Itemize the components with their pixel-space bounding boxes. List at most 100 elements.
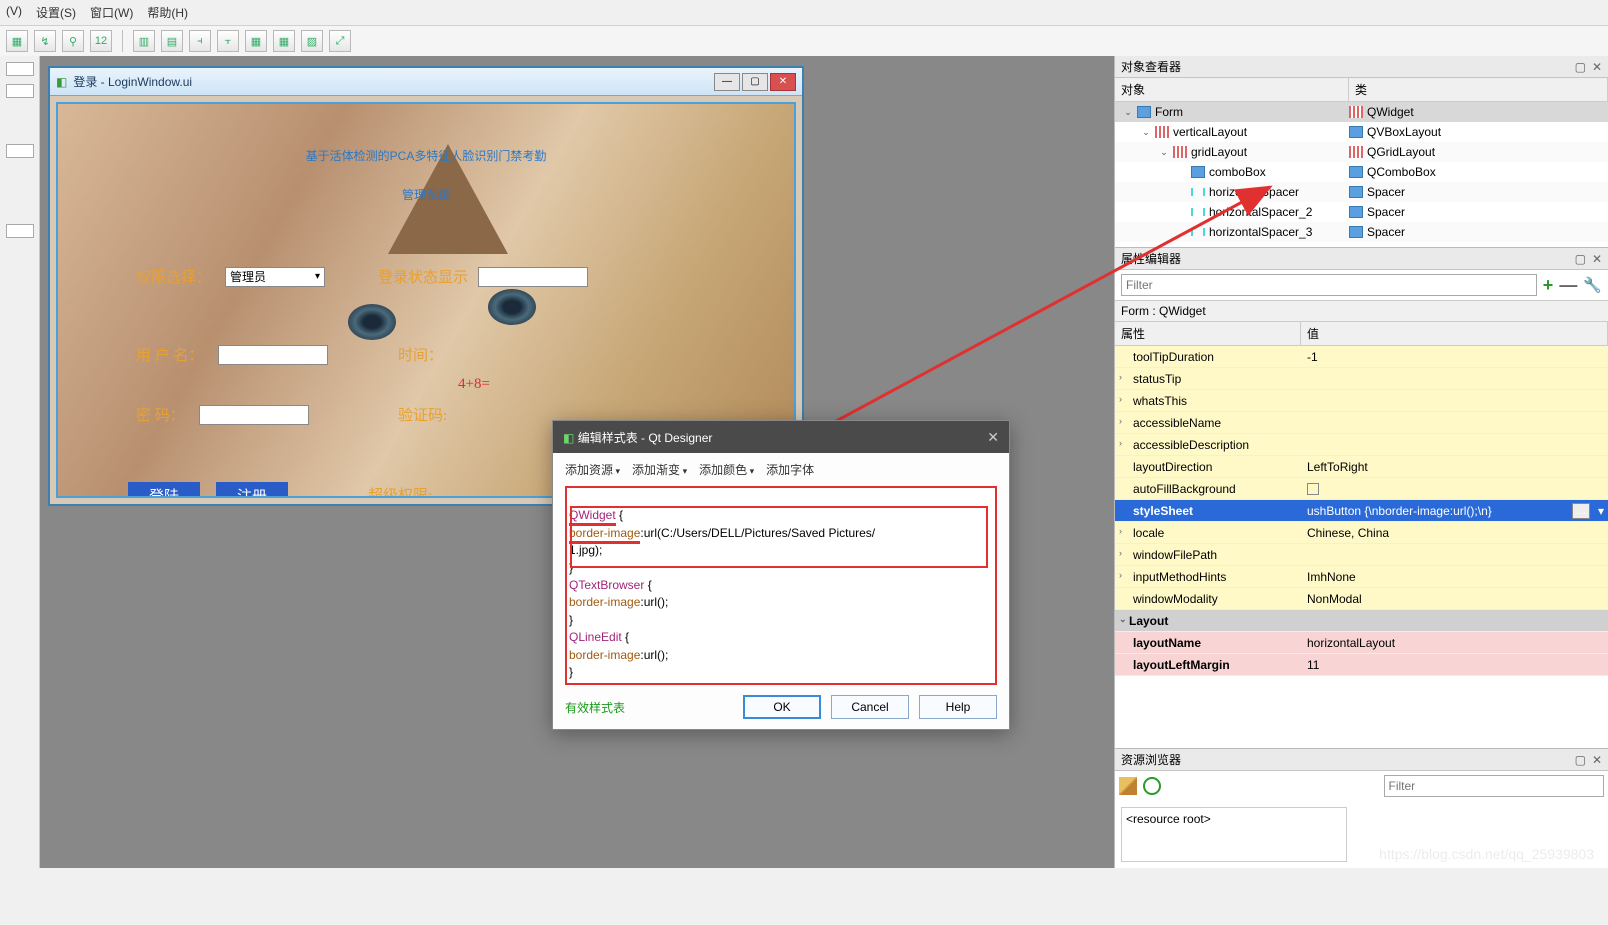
property-row[interactable]: layoutLeftMargin11 [1115, 654, 1608, 676]
reload-resource-icon[interactable] [1143, 777, 1161, 795]
add-font-menu[interactable]: 添加字体 [766, 461, 814, 478]
close-panel-icon[interactable]: ✕ [1592, 753, 1602, 767]
property-row[interactable]: ›accessibleDescription [1115, 434, 1608, 456]
layout-vsplit-icon[interactable]: ⫟ [217, 30, 239, 52]
property-row[interactable]: styleSheetushButton {\nborder-image:url(… [1115, 500, 1608, 522]
login-button[interactable]: 登陆 [128, 482, 200, 498]
property-row[interactable]: ›localeChinese, China [1115, 522, 1608, 544]
config-icon[interactable]: 🔧 [1583, 276, 1602, 294]
undock-icon[interactable]: ▢ [1575, 252, 1586, 266]
valid-stylesheet-label: 有效样式表 [565, 699, 625, 716]
minimize-button[interactable]: — [714, 73, 740, 91]
property-crumb: Form : QWidget [1115, 301, 1608, 322]
title-label: 基于活体检测的PCA多特征人脸识别门禁考勤 管理系统 [58, 132, 794, 210]
object-tree-row[interactable]: comboBoxQComboBox [1115, 162, 1608, 182]
maximize-button[interactable]: ▢ [742, 73, 768, 91]
close-panel-icon[interactable]: ✕ [1592, 60, 1602, 74]
add-resource-menu[interactable]: 添加资源 [565, 461, 620, 478]
login-state-field[interactable] [478, 267, 588, 287]
object-tree-row[interactable]: horizontalSpacer_2Spacer [1115, 202, 1608, 222]
layout-h-icon[interactable]: ▥ [133, 30, 155, 52]
menu-window[interactable]: 窗口(W) [90, 4, 133, 21]
property-row[interactable]: ›accessibleName [1115, 412, 1608, 434]
username-field[interactable] [218, 345, 328, 365]
cancel-button[interactable]: Cancel [831, 695, 909, 719]
watermark: https://blog.csdn.net/qq_25939803 [1379, 846, 1594, 862]
menu-help[interactable]: 帮助(H) [147, 4, 188, 21]
object-tree[interactable]: ⌄FormQWidget⌄verticalLayoutQVBoxLayout⌄g… [1115, 102, 1608, 247]
stylesheet-code-editor[interactable]: QWidget { border-image:url(C:/Users/DELL… [565, 486, 997, 685]
close-button[interactable]: ✕ [770, 73, 796, 91]
stylesheet-dialog: ◧ 编辑样式表 - Qt Designer ✕ 添加资源 添加渐变 添加颜色 添… [552, 420, 1010, 730]
toolbar-separator [122, 30, 123, 52]
resource-root[interactable]: <resource root> [1121, 807, 1347, 862]
help-button[interactable]: Help [919, 695, 997, 719]
login-state-label: 登录状态显示 [378, 266, 468, 287]
dock-mini-icon[interactable] [6, 224, 34, 238]
property-row[interactable]: ⌄Layout [1115, 610, 1608, 632]
menu-settings[interactable]: 设置(S) [36, 4, 76, 21]
menu-v[interactable]: (V) [6, 4, 22, 21]
property-row[interactable]: ›inputMethodHintsImhNone [1115, 566, 1608, 588]
layout-form-icon[interactable]: ▦ [273, 30, 295, 52]
tool-edit-widgets-icon[interactable]: ▦ [6, 30, 28, 52]
property-row[interactable]: autoFillBackground [1115, 478, 1608, 500]
resource-browser-title: 资源浏览器 [1121, 751, 1181, 768]
prop-col-value[interactable]: 值 [1301, 322, 1608, 345]
edit-resource-icon[interactable] [1119, 777, 1137, 795]
break-layout-icon[interactable]: ▨ [301, 30, 323, 52]
menubar: (V) 设置(S) 窗口(W) 帮助(H) [0, 0, 1608, 26]
layout-v-icon[interactable]: ▤ [161, 30, 183, 52]
undock-icon[interactable]: ▢ [1575, 60, 1586, 74]
captcha-equation: 4+8= [458, 376, 490, 393]
property-list[interactable]: toolTipDuration-1›statusTip›whatsThis›ac… [1115, 346, 1608, 748]
remove-property-icon[interactable]: — [1559, 275, 1577, 296]
time-label: 时间： [398, 344, 443, 365]
property-row[interactable]: layoutNamehorizontalLayout [1115, 632, 1608, 654]
tool-buddies-icon[interactable]: ⚲ [62, 30, 84, 52]
tool-signals-icon[interactable]: ↯ [34, 30, 56, 52]
object-tree-row[interactable]: ⌄verticalLayoutQVBoxLayout [1115, 122, 1608, 142]
object-tree-row[interactable]: horizontalSpacerSpacer [1115, 182, 1608, 202]
property-row[interactable]: ›whatsThis [1115, 390, 1608, 412]
object-tree-row[interactable]: ⌄gridLayoutQGridLayout [1115, 142, 1608, 162]
object-inspector-panel: 对象查看器▢✕ 对象类 ⌄FormQWidget⌄verticalLayoutQ… [1115, 56, 1608, 248]
ok-button[interactable]: OK [743, 695, 821, 719]
property-row[interactable]: toolTipDuration-1 [1115, 346, 1608, 368]
dock-mini-icon[interactable] [6, 62, 34, 76]
prop-col-name[interactable]: 属性 [1115, 322, 1301, 345]
obj-col-name[interactable]: 对象 [1115, 78, 1349, 101]
property-row[interactable]: layoutDirectionLeftToRight [1115, 456, 1608, 478]
dock-mini-icon[interactable] [6, 84, 34, 98]
property-row[interactable]: ›windowFilePath [1115, 544, 1608, 566]
undock-icon[interactable]: ▢ [1575, 753, 1586, 767]
dialog-close-icon[interactable]: ✕ [987, 429, 999, 446]
password-field[interactable] [199, 405, 309, 425]
add-color-menu[interactable]: 添加颜色 [699, 461, 754, 478]
property-filter-input[interactable] [1121, 274, 1537, 296]
close-panel-icon[interactable]: ✕ [1592, 252, 1602, 266]
toolbar: ▦ ↯ ⚲ 12 ▥ ▤ ⫞ ⫟ ▦ ▦ ▨ ⤢ [0, 26, 1608, 57]
add-property-icon[interactable]: + [1543, 275, 1554, 296]
right-panels: 对象查看器▢✕ 对象类 ⌄FormQWidget⌄verticalLayoutQ… [1114, 56, 1608, 868]
designed-window-titlebar: ◧ 登录 - LoginWindow.ui — ▢ ✕ [50, 68, 802, 96]
dock-mini-icon[interactable] [6, 144, 34, 158]
layout-hsplit-icon[interactable]: ⫞ [189, 30, 211, 52]
property-editor-title: 属性编辑器 [1121, 250, 1181, 267]
property-row[interactable]: ›statusTip [1115, 368, 1608, 390]
super-perm-label: 超级权限: [368, 484, 432, 498]
resource-filter-input[interactable] [1384, 775, 1605, 797]
designed-window-title: 登录 - LoginWindow.ui [73, 73, 192, 90]
adjust-size-icon[interactable]: ⤢ [329, 30, 351, 52]
add-gradient-menu[interactable]: 添加渐变 [632, 461, 687, 478]
object-tree-row[interactable]: ⌄FormQWidget [1115, 102, 1608, 122]
layout-grid-icon[interactable]: ▦ [245, 30, 267, 52]
qt-logo-icon: ◧ [56, 75, 67, 89]
username-label: 用 户 名： [136, 344, 204, 365]
property-row[interactable]: windowModalityNonModal [1115, 588, 1608, 610]
object-tree-row[interactable]: horizontalSpacer_3Spacer [1115, 222, 1608, 242]
obj-col-class[interactable]: 类 [1349, 78, 1608, 101]
perm-combo[interactable]: 管理员 [225, 267, 325, 287]
tool-taborder-icon[interactable]: 12 [90, 30, 112, 52]
register-button[interactable]: 注册 [216, 482, 288, 498]
